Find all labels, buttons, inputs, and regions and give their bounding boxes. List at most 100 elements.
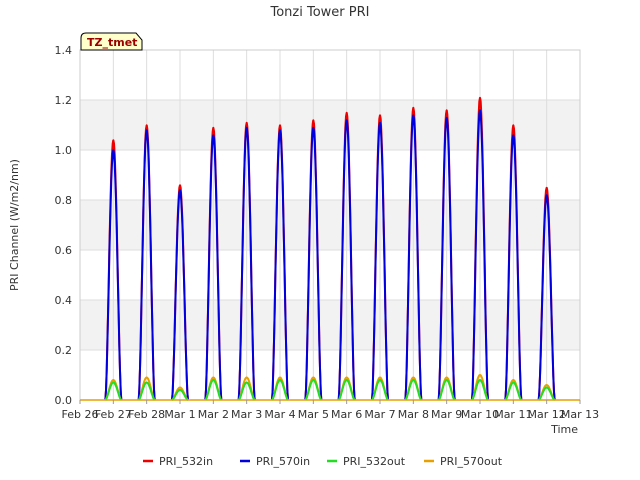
data-point-pri_570out <box>145 376 148 379</box>
data-point-pri_532in <box>245 121 248 124</box>
data-point-pri_570in <box>512 134 515 136</box>
x-tick-label: Mar 9 <box>431 408 462 421</box>
y-tick-label: 0.6 <box>55 244 73 257</box>
data-point-pri_532in <box>179 184 181 186</box>
x-tick-label: Mar 7 <box>364 408 395 421</box>
data-point-pri_532in <box>479 96 481 99</box>
pri-chart: Tonzi Tower PRI 0.0 0.2 0.4 0.6 0.8 1.0 1.2 1.4… <box>8 5 599 468</box>
data-point-pri_570in <box>479 109 481 111</box>
x-tick-label: Mar 3 <box>231 408 262 421</box>
data-point-pri_570out <box>179 386 181 389</box>
data-point-pri_570in <box>412 114 415 116</box>
y-tick-label: 1.0 <box>55 144 73 157</box>
data-point-pri_532out <box>245 381 248 384</box>
x-tick-label: Mar 2 <box>198 408 229 421</box>
legend: PRI_532in PRI_570in PRI_532out PRI_570out <box>143 455 503 468</box>
legend-item: PRI_532out <box>327 455 406 468</box>
background-band <box>80 100 580 150</box>
data-point-pri_570out <box>445 376 448 379</box>
data-point-pri_570in <box>545 194 548 196</box>
data-point-pri_532in <box>212 126 215 129</box>
legend-item: PRI_532in <box>143 455 213 468</box>
x-tick-label: Feb 26 <box>62 408 99 421</box>
data-point-pri_570out <box>279 376 281 379</box>
legend-label: PRI_532out <box>343 455 406 468</box>
data-point-pri_532out <box>312 379 315 381</box>
y-tick-label: 0.0 <box>55 394 73 407</box>
data-point-pri_570out <box>345 376 348 379</box>
data-point-pri_570in <box>212 134 215 136</box>
x-axis-label: Time <box>550 423 578 436</box>
data-point-pri_532in <box>412 106 415 109</box>
data-point-pri_570out <box>212 376 215 379</box>
y-tick-label: 0.8 <box>55 194 73 207</box>
data-point-pri_532out <box>179 389 181 391</box>
x-tick-label: Mar 13 <box>561 408 599 421</box>
legend-label: PRI_570in <box>256 455 310 468</box>
data-point-pri_570out <box>112 379 115 381</box>
data-point-pri_532in <box>445 109 448 111</box>
data-point-pri_532out <box>379 379 381 381</box>
background-band <box>80 250 580 300</box>
data-point-pri_570in <box>145 129 148 131</box>
data-point-pri_532in <box>145 124 148 126</box>
x-tick-label: Mar 1 <box>164 408 195 421</box>
annotation-badge-text: TZ_tmet <box>87 36 137 49</box>
y-tick-label: 0.2 <box>55 344 73 357</box>
data-point-pri_570out <box>512 379 515 381</box>
legend-label: PRI_570out <box>440 455 503 468</box>
data-point-pri_532out <box>445 379 448 381</box>
x-tick-label: Mar 4 <box>264 408 295 421</box>
data-point-pri_570out <box>379 376 381 379</box>
y-tick-label: 1.2 <box>55 94 73 107</box>
data-point-pri_570out <box>412 376 415 379</box>
data-point-pri_570in <box>179 189 181 191</box>
data-point-pri_532out <box>512 381 515 384</box>
x-tick-label: Feb 28 <box>128 408 165 421</box>
data-point-pri_570in <box>345 119 348 121</box>
y-axis: 0.0 0.2 0.4 0.6 0.8 1.0 1.2 1.4 <box>55 44 73 407</box>
data-point-pri_532in <box>112 139 115 141</box>
data-point-pri_532in <box>545 186 548 189</box>
legend-item: PRI_570out <box>424 455 503 468</box>
legend-label: PRI_532in <box>159 455 213 468</box>
data-point-pri_532out <box>479 379 481 381</box>
background-band <box>80 200 580 250</box>
x-tick-label: Mar 5 <box>298 408 329 421</box>
data-point-pri_570in <box>445 116 448 119</box>
data-point-pri_532in <box>379 114 381 116</box>
data-point-pri_570out <box>479 374 481 376</box>
background-band <box>80 300 580 350</box>
data-point-pri_532in <box>312 119 315 121</box>
x-tick-label: Mar 8 <box>398 408 429 421</box>
data-point-pri_570in <box>279 129 281 131</box>
data-point-pri_532out <box>145 381 148 384</box>
data-point-pri_532out <box>112 381 115 384</box>
data-point-pri_532out <box>345 379 348 381</box>
data-point-pri_570out <box>545 384 548 386</box>
legend-item: PRI_570in <box>240 455 310 468</box>
data-point-pri_570in <box>112 149 115 151</box>
y-tick-label: 0.4 <box>55 294 73 307</box>
background-band <box>80 50 580 100</box>
data-point-pri_532out <box>279 379 281 381</box>
data-point-pri_532out <box>545 386 548 389</box>
x-tick-label: Mar 6 <box>331 408 362 421</box>
data-point-pri_532out <box>212 379 215 381</box>
data-point-pri_570out <box>245 376 248 379</box>
data-point-pri_532out <box>412 379 415 381</box>
y-tick-label: 1.4 <box>55 44 73 57</box>
x-tick-label: Feb 27 <box>95 408 132 421</box>
chart-title: Tonzi Tower PRI <box>270 5 370 20</box>
x-axis: Feb 26Feb 27Feb 28 Mar 1 Mar 2 Mar 3 Mar 4 Ma… <box>62 400 599 421</box>
data-point-pri_570in <box>245 126 248 129</box>
annotation-badge: TZ_tmet <box>80 32 143 51</box>
data-point-pri_570in <box>379 121 381 124</box>
data-point-pri_570out <box>312 376 315 379</box>
data-point-pri_532in <box>512 124 515 126</box>
plot-background-bands <box>80 50 580 400</box>
data-point-pri_532in <box>279 124 281 126</box>
data-point-pri_532in <box>345 111 348 114</box>
y-axis-label: PRI Channel (W/m2/nm) <box>8 159 21 291</box>
data-point-pri_570in <box>312 126 315 129</box>
